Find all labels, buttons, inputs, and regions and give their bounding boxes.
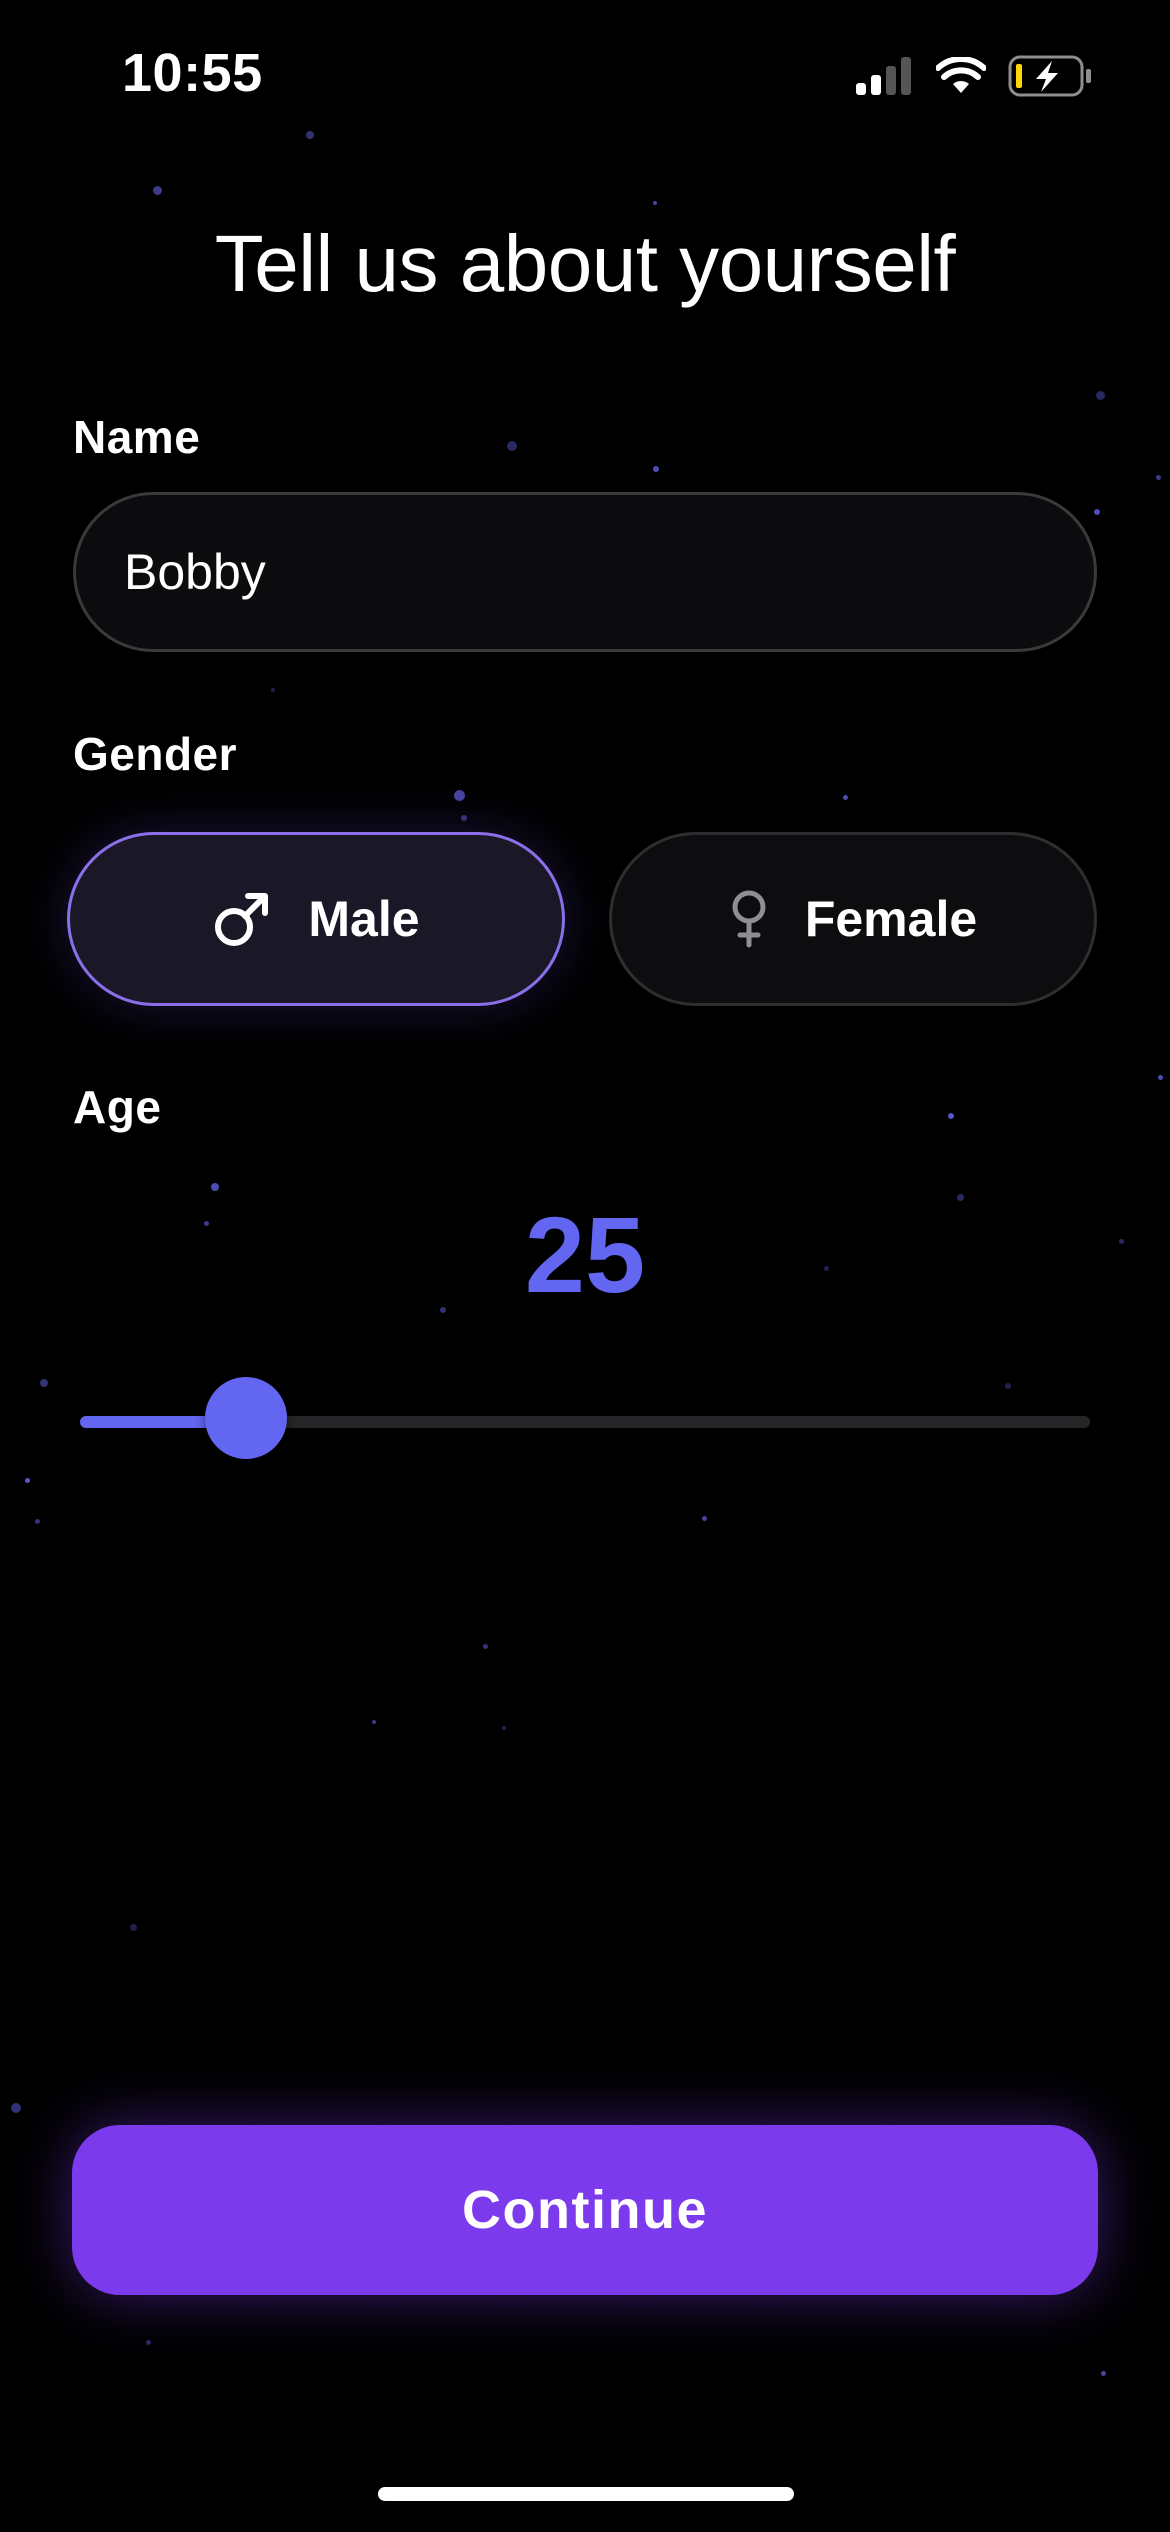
- gender-option-label: Male: [308, 891, 420, 947]
- background-particle: [701, 1515, 707, 1521]
- name-label: Name: [73, 411, 201, 463]
- background-particle: [211, 1183, 219, 1191]
- background-particle: [372, 1720, 376, 1724]
- background-particle: [34, 1518, 40, 1524]
- background-particle: [482, 1643, 488, 1649]
- gender-option-female[interactable]: Female: [609, 832, 1097, 1006]
- background-particle: [152, 185, 162, 195]
- background-particle: [842, 794, 848, 800]
- male-symbol-icon: [215, 893, 269, 946]
- background-particle: [502, 1726, 506, 1730]
- background-particle: [145, 2339, 151, 2345]
- background-particle: [306, 131, 314, 139]
- background-particle: [1005, 1383, 1011, 1389]
- cellular-signal-icon: [856, 57, 911, 95]
- background-particle: [40, 1379, 48, 1387]
- background-particle: [1157, 1074, 1163, 1080]
- background-particle: [24, 1477, 30, 1483]
- background-particle: [271, 688, 275, 692]
- continue-button[interactable]: Continue: [72, 2125, 1098, 2295]
- age-value: 25: [524, 1194, 646, 1315]
- background-particle: [507, 441, 517, 451]
- background-particle: [1100, 2370, 1106, 2376]
- background-particle: [461, 815, 467, 821]
- page-title: Tell us about yourself: [214, 219, 956, 308]
- background-particle: [1095, 390, 1105, 400]
- background-particle: [653, 201, 657, 205]
- background-particle: [453, 789, 465, 801]
- background-particle: [653, 466, 659, 472]
- wifi-icon: [936, 57, 986, 93]
- female-symbol-icon: [732, 890, 766, 948]
- home-indicator: [378, 2487, 794, 2501]
- name-input[interactable]: [73, 492, 1097, 652]
- background-particle: [948, 1113, 954, 1119]
- background-particle: [129, 1923, 137, 1931]
- background-particle: [1094, 509, 1100, 515]
- gender-label: Gender: [73, 728, 238, 780]
- gender-option-label: Female: [804, 891, 978, 947]
- background-particle: [1155, 474, 1161, 480]
- age-slider-thumb[interactable]: [204, 1377, 287, 1459]
- age-label: Age: [73, 1081, 162, 1133]
- battery-charging-icon: [1008, 55, 1091, 97]
- background-particle: [11, 2103, 21, 2113]
- status-time: 10:55: [122, 43, 263, 103]
- gender-option-male[interactable]: Male: [67, 832, 565, 1006]
- status-icons: [856, 54, 1092, 98]
